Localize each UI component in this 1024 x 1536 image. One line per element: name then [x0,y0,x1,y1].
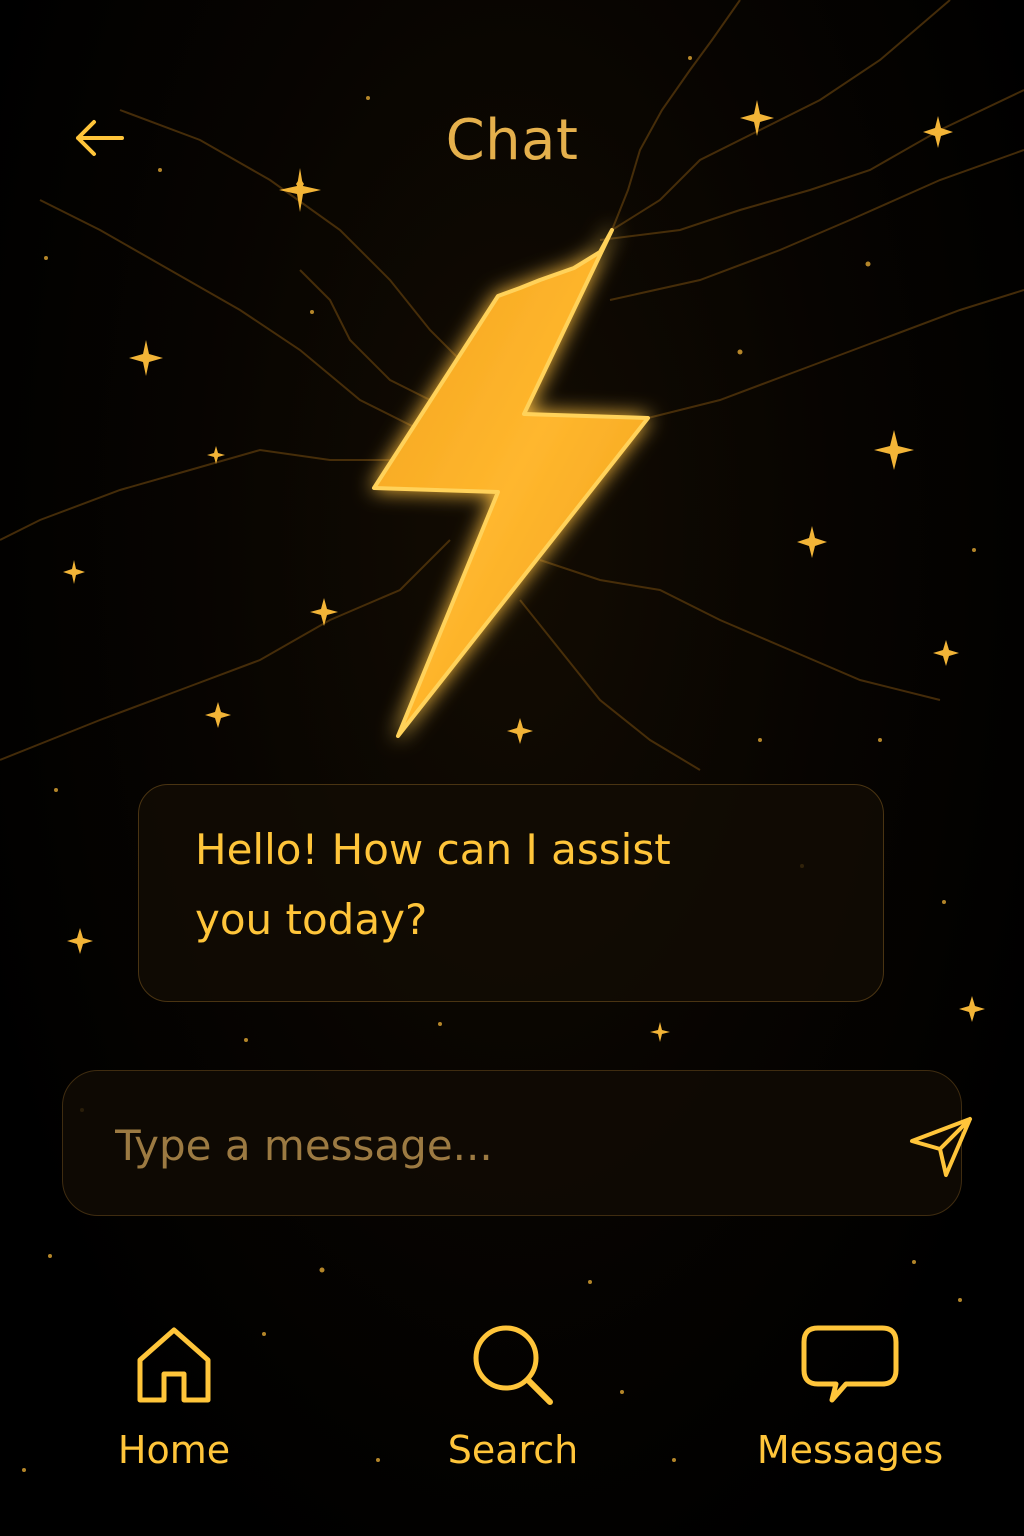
nav-item-messages[interactable]: Messages [730,1316,970,1486]
assistant-message-bubble: Hello! How can I assist you today? [138,784,884,1002]
nav-item-search[interactable]: Search [393,1316,633,1486]
send-button[interactable] [901,1111,981,1181]
message-composer [62,1070,972,1216]
send-icon [910,1117,972,1177]
nav-label-search: Search [447,1428,579,1472]
assistant-message-text: Hello! How can I assist you today? [195,825,671,944]
nav-label-messages: Messages [756,1428,944,1472]
lightning-bolt-icon [372,228,650,738]
page-title: Chat [445,108,579,173]
search-icon [463,1316,563,1412]
nav-label-home: Home [117,1428,231,1472]
nav-item-home[interactable]: Home [54,1316,294,1486]
chat-screen: Chat Hello! How can I assist you today? [0,0,1024,1536]
chat-bubble-icon [800,1316,900,1412]
message-input[interactable] [113,1111,837,1179]
home-icon [124,1316,224,1412]
